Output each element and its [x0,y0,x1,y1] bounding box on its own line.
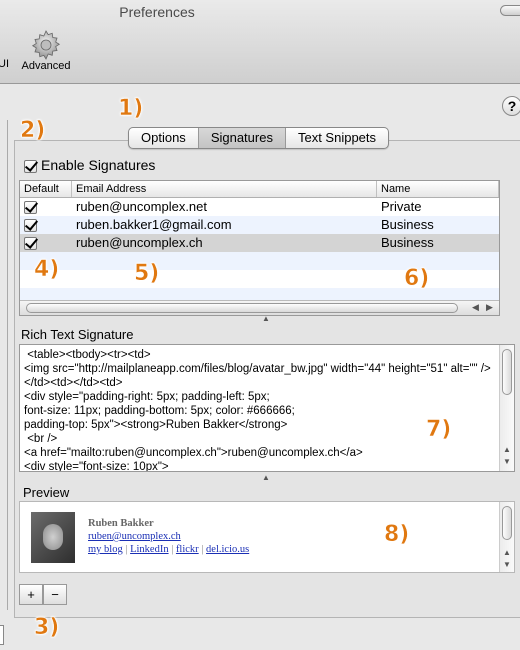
scroll-left-arrow-icon[interactable]: ◀ [472,302,479,313]
preview-link-blog[interactable]: my blog [88,544,123,555]
annotation-marker: 4) [34,257,60,283]
enable-signatures-checkbox[interactable]: Enable Signatures [20,157,155,173]
scrollbar-thumb[interactable] [26,303,458,313]
annotation-marker: 7) [426,417,452,443]
tab-text-snippets[interactable]: Text Snippets [286,128,388,148]
table-header: Default Email Address Name [20,181,499,198]
gear-icon [31,30,61,60]
preview-link-flickr[interactable]: flickr [176,544,199,555]
scroll-down-arrow-icon[interactable]: ▼ [503,457,511,466]
split-handle-icon[interactable]: ▲ [262,314,270,323]
signatures-table: Default Email Address Name ruben@uncompl… [19,180,500,316]
rich-text-signature-label: Rich Text Signature [21,327,134,342]
row-email: ruben@uncomplex.ch [76,235,203,250]
annotation-marker: 2) [20,118,46,144]
enable-signatures-label: Enable Signatures [41,157,156,173]
toolbar-item-advanced[interactable]: Advanced [14,28,78,72]
row-name: Business [381,217,434,232]
add-signature-button[interactable]: + [19,584,43,605]
toolbar-toggle-button[interactable] [500,5,520,16]
column-header-name[interactable]: Name [377,181,499,197]
signature-html-source[interactable]: <table><tbody><tr><td> <img src="http://… [20,345,498,471]
row-name: Business [381,235,434,250]
column-header-default[interactable]: Default [20,181,72,197]
tab-signatures[interactable]: Signatures [198,128,286,148]
preview-name: Ruben Bakker [88,518,154,529]
remove-signature-button[interactable]: − [43,584,67,605]
annotation-marker: 5) [134,261,160,287]
split-handle-icon[interactable]: ▲ [262,473,270,482]
annotation-marker: 1) [118,96,144,122]
scroll-up-arrow-icon[interactable]: ▲ [503,445,511,454]
annotation-marker: 3) [34,615,60,641]
rich-text-signature-editor[interactable]: <table><tbody><tr><td> <img src="http://… [19,344,515,472]
signature-preview: Ruben Bakker ruben@uncomplex.ch my blog … [19,501,515,573]
left-sidebar-edge [0,120,8,610]
link-separator: | [125,544,128,555]
tab-options[interactable]: Options [129,128,199,148]
annotation-marker: 8) [384,522,410,548]
toolbar-item-advanced-label: Advanced [21,60,71,72]
row-email: ruben@uncomplex.net [76,199,207,214]
link-separator: | [171,544,174,555]
link-separator: | [201,544,204,555]
scrollbar-thumb[interactable] [502,349,512,395]
avatar [31,512,75,563]
scroll-down-arrow-icon[interactable]: ▼ [503,560,511,569]
table-row[interactable]: ruben.bakker1@gmail.com Business [20,216,499,234]
column-header-email[interactable]: Email Address [72,181,377,197]
annotation-marker: 6) [404,266,430,292]
help-button[interactable]: ? [502,96,520,116]
left-sidebar-control[interactable] [0,625,4,645]
window-title: Preferences [119,4,195,20]
scrollbar-thumb[interactable] [502,506,512,540]
row-email: ruben.bakker1@gmail.com [76,217,232,232]
scroll-up-arrow-icon[interactable]: ▲ [503,548,511,557]
preview-signature-text: Ruben Bakker ruben@uncomplex.ch my blog … [88,517,249,556]
table-row-selected[interactable]: ruben@uncomplex.ch Business [20,234,499,252]
window-toolbar: Preferences UI Advanced [0,0,520,84]
row-name: Private [381,199,422,214]
toolbar-item-ui-label[interactable]: UI [0,58,9,70]
preferences-tabs: Options Signatures Text Snippets [128,127,390,149]
table-horizontal-scrollbar[interactable]: ◀ ▶ [20,300,499,315]
scroll-right-arrow-icon[interactable]: ▶ [486,302,493,313]
preview-label: Preview [23,485,70,500]
table-row[interactable]: ruben@uncomplex.net Private [20,198,499,216]
editor-vertical-scrollbar[interactable]: ▲ ▼ [499,345,514,471]
checkbox-checked-icon [24,159,37,173]
preview-email-link[interactable]: ruben@uncomplex.ch [88,531,181,542]
preview-vertical-scrollbar[interactable]: ▲ ▼ [499,502,514,572]
preview-link-linkedin[interactable]: LinkedIn [130,544,169,555]
preview-link-delicious[interactable]: del.icio.us [206,544,249,555]
